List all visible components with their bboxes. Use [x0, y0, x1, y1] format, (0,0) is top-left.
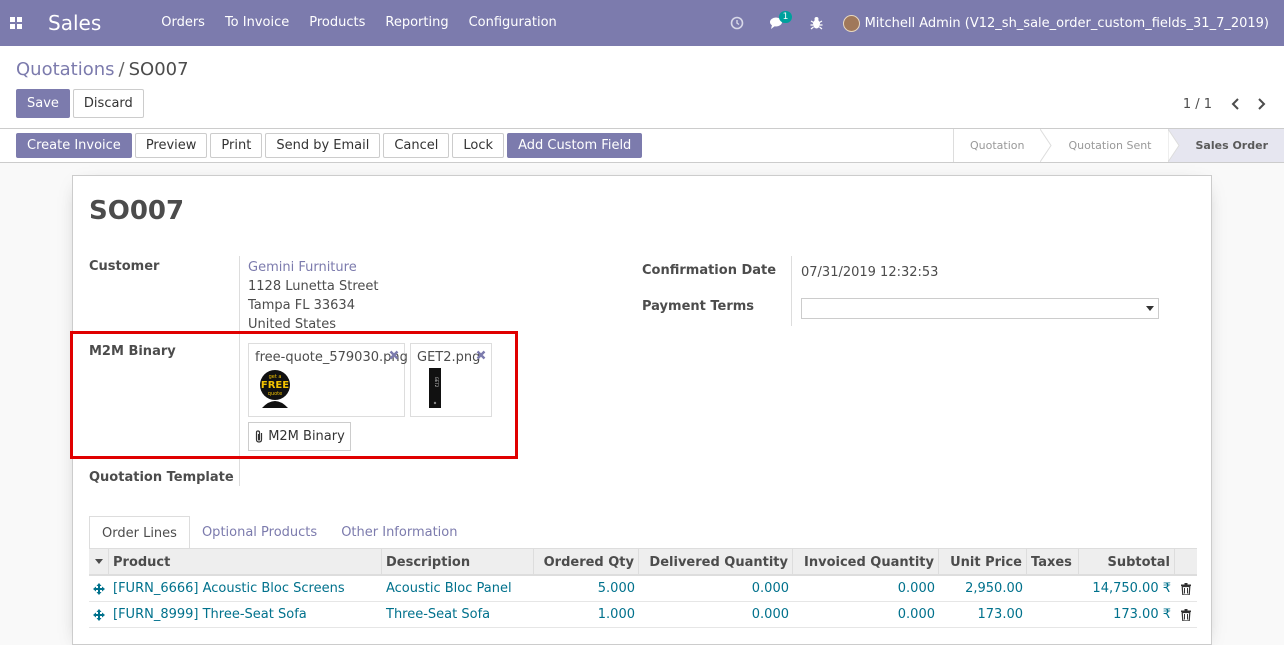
- save-button[interactable]: Save: [16, 89, 70, 118]
- menu-orders[interactable]: Orders: [151, 0, 215, 46]
- customer-link[interactable]: Gemini Furniture: [248, 258, 379, 277]
- cell-invoiced-qty[interactable]: 0.000: [793, 602, 939, 627]
- column-header-subtotal[interactable]: Subtotal: [1079, 549, 1175, 574]
- pager: 1 / 1: [1183, 94, 1274, 114]
- chevron-down-icon: [1146, 306, 1154, 311]
- customer-address-line: Tampa FL 33634: [248, 296, 379, 315]
- status-step-sales-order[interactable]: Sales Order: [1180, 129, 1284, 162]
- apps-menu-icon[interactable]: [0, 0, 32, 46]
- payment-terms-select[interactable]: [801, 298, 1159, 319]
- menu-to-invoice[interactable]: To Invoice: [215, 0, 299, 46]
- form-tabs: Order Lines Optional Products Other Info…: [89, 516, 469, 549]
- main-menu: Orders To Invoice Products Reporting Con…: [151, 0, 567, 46]
- tab-optional-products[interactable]: Optional Products: [190, 516, 329, 549]
- column-header-delivered-qty[interactable]: Delivered Quantity: [639, 549, 793, 574]
- trash-icon[interactable]: [1175, 602, 1197, 627]
- navbar-systray: 1 Mitchell Admin (V12_sh_sale_order_cust…: [717, 0, 1284, 46]
- customer-address-line: 1128 Lunetta Street: [248, 277, 379, 296]
- statusbar: Create Invoice Preview Print Send by Ema…: [0, 129, 1284, 163]
- cell-description[interactable]: Acoustic Bloc Panel: [382, 576, 534, 601]
- user-name: Mitchell Admin (V12_sh_sale_order_custom…: [865, 16, 1269, 31]
- breadcrumb: Quotations/SO007: [16, 59, 189, 80]
- order-title: SO007: [89, 196, 184, 226]
- customer-label: Customer: [89, 259, 159, 274]
- payment-terms-label: Payment Terms: [642, 299, 754, 314]
- control-panel: Quotations/SO007 Save Discard 1 / 1: [0, 46, 1284, 129]
- cell-product[interactable]: [FURN_8999] Three-Seat Sofa: [109, 602, 382, 627]
- cell-delivered-qty[interactable]: 0.000: [639, 576, 793, 601]
- pager-value[interactable]: 1 / 1: [1183, 97, 1212, 112]
- order-lines-table: Product Description Ordered Qty Delivere…: [89, 549, 1197, 628]
- column-header-product[interactable]: Product: [109, 549, 382, 574]
- status-step-quotation-sent[interactable]: Quotation Sent: [1052, 129, 1167, 162]
- highlight-annotation-box: [70, 331, 518, 459]
- cell-unit-price[interactable]: 2,950.00: [939, 576, 1027, 601]
- column-header-unit-price[interactable]: Unit Price: [939, 549, 1027, 574]
- drag-handle-icon[interactable]: [89, 576, 109, 601]
- quotation-template-label: Quotation Template: [89, 470, 234, 485]
- table-header: Product Description Ordered Qty Delivere…: [89, 549, 1197, 576]
- cell-subtotal: 173.00 ₹: [1079, 602, 1175, 627]
- drag-handle-icon[interactable]: [89, 602, 109, 627]
- form-buttons: Save Discard: [16, 89, 144, 118]
- user-avatar: [843, 15, 860, 32]
- tab-order-lines[interactable]: Order Lines: [89, 516, 190, 549]
- step-chevron-icon: [1040, 129, 1052, 162]
- cell-unit-price[interactable]: 173.00: [939, 602, 1027, 627]
- pager-next-icon[interactable]: [1248, 94, 1274, 114]
- cancel-button[interactable]: Cancel: [383, 133, 449, 158]
- menu-products[interactable]: Products: [299, 0, 375, 46]
- column-header-actions: [1175, 549, 1197, 574]
- cell-ordered-qty[interactable]: 1.000: [534, 602, 639, 627]
- breadcrumb-current: SO007: [129, 59, 189, 80]
- cell-product[interactable]: [FURN_6666] Acoustic Bloc Screens: [109, 576, 382, 601]
- chat-bubbles-icon[interactable]: 1: [757, 0, 797, 46]
- print-button[interactable]: Print: [210, 133, 262, 158]
- preview-button[interactable]: Preview: [135, 133, 208, 158]
- cell-invoiced-qty[interactable]: 0.000: [793, 576, 939, 601]
- column-header-description[interactable]: Description: [382, 549, 534, 574]
- column-header-taxes[interactable]: Taxes: [1027, 549, 1079, 574]
- statusbar-buttons: Create Invoice Preview Print Send by Ema…: [16, 133, 642, 158]
- cell-ordered-qty[interactable]: 5.000: [534, 576, 639, 601]
- pager-previous-icon[interactable]: [1222, 94, 1248, 114]
- user-menu[interactable]: Mitchell Admin (V12_sh_sale_order_custom…: [837, 15, 1284, 32]
- app-brand[interactable]: Sales: [48, 11, 101, 35]
- customer-field: Gemini Furniture 1128 Lunetta Street Tam…: [248, 258, 379, 334]
- send-by-email-button[interactable]: Send by Email: [265, 133, 380, 158]
- cell-subtotal: 14,750.00 ₹: [1079, 576, 1175, 601]
- chat-count-badge: 1: [779, 11, 793, 23]
- right-group-divider: [791, 256, 792, 326]
- table-row[interactable]: [FURN_6666] Acoustic Bloc Screens Acoust…: [89, 576, 1197, 602]
- menu-configuration[interactable]: Configuration: [459, 0, 567, 46]
- create-invoice-button[interactable]: Create Invoice: [16, 133, 132, 158]
- column-header-ordered-qty[interactable]: Ordered Qty: [534, 549, 639, 574]
- top-navbar: Sales Orders To Invoice Products Reporti…: [0, 0, 1284, 46]
- debug-bug-icon[interactable]: [797, 0, 837, 46]
- step-chevron-icon: [1168, 129, 1180, 162]
- menu-reporting[interactable]: Reporting: [375, 0, 458, 46]
- status-step-quotation[interactable]: Quotation: [954, 129, 1040, 162]
- breadcrumb-separator: /: [119, 59, 125, 80]
- breadcrumb-quotations[interactable]: Quotations: [16, 59, 115, 80]
- column-header-invoiced-qty[interactable]: Invoiced Quantity: [793, 549, 939, 574]
- cell-taxes[interactable]: [1027, 576, 1079, 601]
- add-custom-field-button[interactable]: Add Custom Field: [507, 133, 642, 158]
- discard-button[interactable]: Discard: [73, 89, 144, 118]
- cell-description[interactable]: Three-Seat Sofa: [382, 602, 534, 627]
- table-row[interactable]: [FURN_8999] Three-Seat Sofa Three-Seat S…: [89, 602, 1197, 628]
- trash-icon[interactable]: [1175, 576, 1197, 601]
- lock-button[interactable]: Lock: [452, 133, 504, 158]
- sort-caret-icon[interactable]: [89, 549, 109, 574]
- cell-delivered-qty[interactable]: 0.000: [639, 602, 793, 627]
- status-steps: Quotation Quotation Sent Sales Order: [953, 129, 1284, 162]
- tab-other-information[interactable]: Other Information: [329, 516, 469, 549]
- confirmation-date-label: Confirmation Date: [642, 263, 776, 278]
- confirmation-date-value: 07/31/2019 12:32:53: [801, 263, 938, 282]
- cell-taxes[interactable]: [1027, 602, 1079, 627]
- activity-clock-icon[interactable]: [717, 0, 757, 46]
